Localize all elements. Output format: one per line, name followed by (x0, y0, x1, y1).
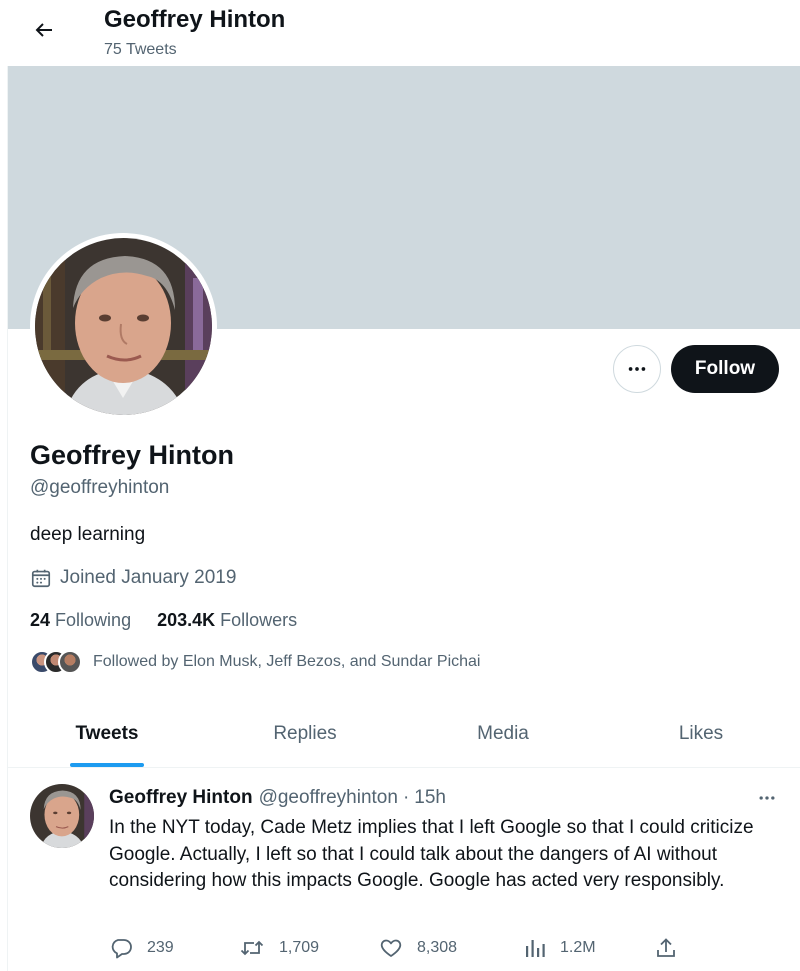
profile-header-bar: Geoffrey Hinton 75 Tweets (0, 0, 800, 66)
avatar-photo (35, 238, 212, 415)
like-button[interactable]: 8,308 (379, 936, 457, 960)
tweet-handle[interactable]: @geoffreyhinton (259, 787, 398, 809)
back-button[interactable] (28, 14, 60, 46)
followers-label: Followers (220, 610, 298, 630)
retweet-count: 1,709 (279, 939, 320, 956)
tweet-separator: · (402, 787, 410, 808)
share-button[interactable] (655, 936, 691, 960)
followers-link[interactable]: 203.4K Followers (157, 610, 297, 631)
joined-date: Joined January 2019 (30, 567, 236, 589)
followed-by-row[interactable]: Followed by Elon Musk, Jeff Bezos, and S… (30, 648, 480, 676)
profile-tabs: Tweets Replies Media Likes (8, 700, 800, 768)
retweet-icon (240, 940, 264, 956)
profile-avatar[interactable] (30, 233, 217, 420)
tab-media[interactable]: Media (404, 700, 602, 767)
joined-text: Joined January 2019 (60, 567, 237, 588)
reply-count: 239 (147, 939, 174, 956)
reply-button[interactable]: 239 (109, 936, 174, 960)
arrow-left-icon (35, 23, 52, 37)
profile-name: Geoffrey Hinton (30, 440, 235, 470)
tab-replies[interactable]: Replies (206, 700, 404, 767)
tab-tweets[interactable]: Tweets (8, 700, 206, 767)
tweet-avatar[interactable] (30, 784, 94, 848)
following-link[interactable]: 24 Following (30, 610, 131, 631)
like-count: 8,308 (417, 939, 458, 956)
tweet[interactable]: Geoffrey Hinton @geoffreyhinton · 15h In… (8, 769, 800, 971)
analytics-icon (526, 940, 545, 957)
tweet-time[interactable]: 15h (414, 787, 446, 809)
header-title: Geoffrey Hinton (104, 6, 286, 33)
tweet-text: In the NYT today, Cade Metz implies that… (109, 817, 754, 891)
tab-label: Likes (678, 722, 724, 744)
more-options-button[interactable] (613, 345, 661, 393)
tweet-header: Geoffrey Hinton @geoffreyhinton · 15h (109, 787, 446, 809)
heart-icon (380, 939, 402, 957)
calendar-icon (31, 569, 51, 588)
retweet-button[interactable]: 1,709 (239, 936, 319, 960)
views-button[interactable]: 1.2M (524, 936, 596, 960)
tab-label: Replies (273, 722, 337, 744)
tweet-author[interactable]: Geoffrey Hinton (109, 787, 253, 809)
follow-button[interactable]: Follow (671, 345, 779, 393)
tweet-count: 75 Tweets (104, 41, 177, 58)
tab-label: Tweets (75, 722, 139, 744)
follower-avatars (30, 649, 86, 675)
profile-handle: @geoffreyhinton (30, 477, 170, 498)
tab-likes[interactable]: Likes (602, 700, 800, 767)
active-tab-indicator (70, 763, 144, 767)
more-horizontal-icon (759, 796, 775, 800)
tweet-more-button[interactable] (752, 783, 782, 813)
view-count: 1.2M (560, 939, 596, 956)
more-horizontal-icon (628, 367, 646, 371)
follower-avatar (58, 650, 82, 674)
followed-by-text: Followed by Elon Musk, Jeff Bezos, and S… (93, 653, 481, 670)
reply-icon (111, 939, 132, 959)
share-icon (657, 938, 675, 957)
tab-label: Media (477, 722, 529, 744)
profile-bio: deep learning (30, 524, 146, 545)
follow-stats: 24 Following 203.4K Followers (30, 610, 323, 631)
following-label: Following (55, 610, 132, 630)
tweet-actions: 239 1,709 8,308 1.2M (109, 936, 689, 962)
following-count: 24 (30, 610, 51, 630)
followers-count: 203.4K (157, 610, 216, 630)
